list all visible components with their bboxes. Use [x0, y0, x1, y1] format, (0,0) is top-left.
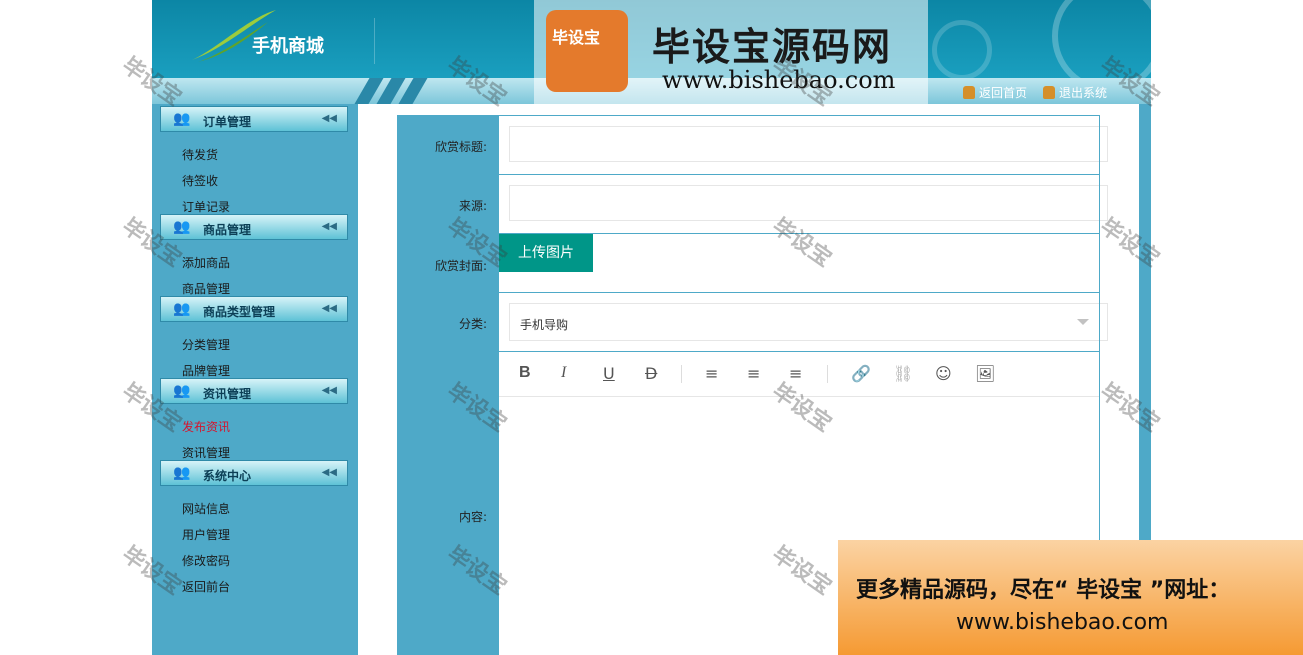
sidebar-item-brand-manage[interactable]: 品牌管理 — [182, 362, 230, 379]
watermark-badge: 毕设宝 — [546, 10, 628, 92]
source-input[interactable] — [509, 185, 1108, 221]
collapse-icon: ◀◀ — [321, 221, 337, 232]
sidebar-item-category-manage[interactable]: 分类管理 — [182, 336, 230, 353]
title-input[interactable] — [509, 126, 1108, 162]
category-select-value: 手机导购 — [520, 318, 569, 332]
sidebar-item-pending-ship[interactable]: 待发货 — [182, 146, 218, 163]
watermark-url: www.bishebao.com — [662, 66, 896, 94]
sidebar-section-news[interactable]: 👥 资讯管理 ◀◀ — [160, 378, 348, 404]
image-icon[interactable]: 🖼 — [975, 364, 995, 383]
collapse-icon: ◀◀ — [321, 467, 337, 478]
cover-label: 欣赏封面: — [434, 259, 487, 273]
header-divider — [374, 18, 375, 64]
users-icon: 👥 — [173, 465, 191, 481]
italic-icon[interactable]: I — [561, 364, 566, 382]
lock-icon — [962, 86, 975, 99]
decor-circle — [932, 20, 992, 78]
emoji-icon[interactable]: ☺ — [935, 364, 952, 383]
promo-banner: 更多精品源码，尽在“ 毕设宝 ”网址： www.bishebao.com — [838, 540, 1303, 655]
app-title: 手机商城 — [252, 36, 324, 57]
source-label: 来源: — [458, 199, 487, 213]
users-icon: 👥 — [173, 301, 191, 317]
watermark-badge-text: 毕设宝 — [552, 28, 601, 47]
promo-line-1: 更多精品源码，尽在“ 毕设宝 ”网址： — [856, 578, 1231, 603]
content-label: 内容: — [458, 510, 487, 524]
sidebar-section-title: 订单管理 — [203, 115, 252, 129]
collapse-icon: ◀◀ — [321, 385, 337, 396]
link-icon[interactable]: 🔗 — [851, 364, 871, 383]
sidebar-section-products[interactable]: 👥 商品管理 ◀◀ — [160, 214, 348, 240]
sidebar-item-change-password[interactable]: 修改密码 — [182, 552, 230, 569]
collapse-icon: ◀◀ — [321, 113, 337, 124]
editor-toolbar: B I U D ≡ ≡ ≡ 🔗 ⛓ ☺ 🖼 — [499, 352, 1100, 397]
form-label-column — [397, 115, 499, 655]
home-link-label: 返回首页 — [978, 86, 1027, 100]
sidebar-section-product-types[interactable]: 👥 商品类型管理 ◀◀ — [160, 296, 348, 322]
sidebar-section-system[interactable]: 👥 系统中心 ◀◀ — [160, 460, 348, 486]
row-divider — [499, 292, 1100, 293]
watermark-title: 毕设宝源码网 — [652, 25, 893, 69]
align-center-icon[interactable]: ≡ — [747, 364, 760, 383]
watermark-logo: 毕设宝 毕设宝源码网 www.bishebao.com — [534, 0, 928, 104]
sidebar-item-back-to-front[interactable]: 返回前台 — [182, 578, 230, 595]
sidebar-section-title: 系统中心 — [203, 469, 252, 483]
toolbar-separator — [827, 365, 828, 383]
top-links: 返回首页 退出系统 — [962, 84, 1107, 101]
row-divider — [499, 115, 1100, 116]
unlink-icon[interactable]: ⛓ — [893, 364, 913, 383]
toolbar-separator — [681, 365, 682, 383]
category-label: 分类: — [458, 317, 487, 331]
sidebar: 👥 订单管理 ◀◀ 待发货 待签收 订单记录 👥 商品管理 ◀◀ 添加商品 商品… — [152, 104, 358, 655]
sidebar-item-user-manage[interactable]: 用户管理 — [182, 526, 230, 543]
sidebar-item-add-product[interactable]: 添加商品 — [182, 254, 230, 271]
sidebar-section-title: 资讯管理 — [203, 387, 252, 401]
sidebar-item-site-info[interactable]: 网站信息 — [182, 500, 230, 517]
sidebar-item-news-manage[interactable]: 资讯管理 — [182, 444, 230, 461]
promo-line-2: www.bishebao.com — [956, 610, 1169, 635]
decor-circle — [1052, 0, 1151, 78]
users-icon: 👥 — [173, 219, 191, 235]
dropdown-arrow-icon — [1077, 319, 1089, 325]
sidebar-section-title: 商品类型管理 — [203, 305, 276, 319]
sidebar-item-order-records[interactable]: 订单记录 — [182, 198, 230, 215]
underline-icon[interactable]: U — [603, 364, 615, 383]
logout-link[interactable]: 退出系统 — [1042, 84, 1107, 101]
users-icon: 👥 — [173, 111, 191, 127]
title-label: 欣赏标题: — [434, 140, 487, 154]
category-select[interactable]: 手机导购 — [509, 303, 1108, 341]
home-link[interactable]: 返回首页 — [962, 84, 1027, 101]
sidebar-item-publish-news[interactable]: 发布资讯 — [182, 418, 230, 435]
align-right-icon[interactable]: ≡ — [789, 364, 802, 383]
logout-link-label: 退出系统 — [1058, 86, 1107, 100]
row-divider — [499, 174, 1100, 175]
users-icon: 👥 — [173, 383, 191, 399]
bold-icon[interactable]: B — [519, 364, 531, 382]
sidebar-section-title: 商品管理 — [203, 223, 252, 237]
lock-icon — [1042, 86, 1055, 99]
sidebar-item-product-manage[interactable]: 商品管理 — [182, 280, 230, 297]
sidebar-section-orders[interactable]: 👥 订单管理 ◀◀ — [160, 106, 348, 132]
upload-image-button[interactable]: 上传图片 — [499, 234, 593, 272]
align-left-icon[interactable]: ≡ — [705, 364, 718, 383]
sidebar-item-pending-receipt[interactable]: 待签收 — [182, 172, 218, 189]
collapse-icon: ◀◀ — [321, 303, 337, 314]
strikethrough-icon[interactable]: D — [645, 364, 657, 383]
